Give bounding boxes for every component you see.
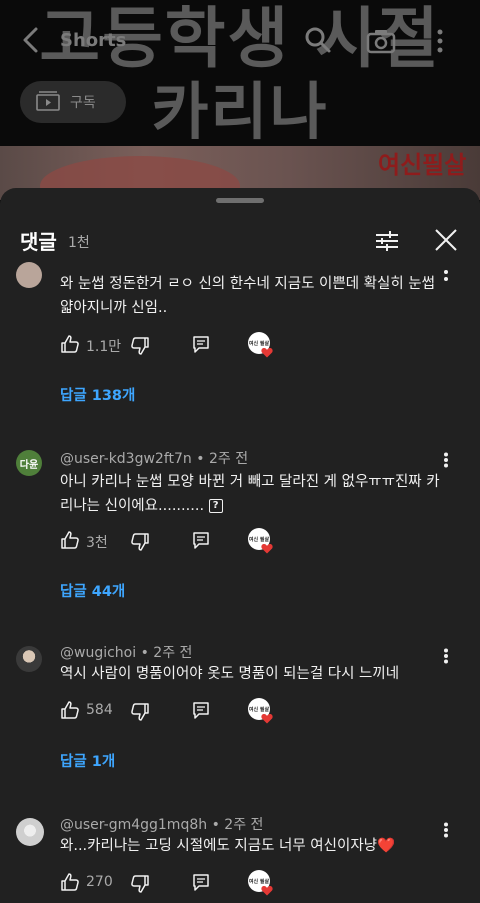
unknown-glyph: ? [208, 499, 223, 513]
sort-filter-icon[interactable] [374, 228, 400, 258]
comment-meta: @user-gm4gg1mq8h • 2주 전 [60, 817, 264, 833]
avatar[interactable] [16, 262, 42, 288]
comments-title: 댓글 [20, 230, 57, 254]
comment-more-icon[interactable] [443, 452, 449, 472]
comment-author[interactable]: @user-gm4gg1mq8h [60, 817, 207, 833]
like-icon[interactable] [60, 530, 80, 554]
avatar[interactable] [16, 818, 44, 846]
comments-count: 1천 [68, 235, 90, 251]
creator-heart-icon [261, 709, 273, 728]
creator-heart-icon [261, 539, 273, 558]
heart-emoji: ❤️ [377, 838, 396, 854]
like-count: 1.1만 [86, 339, 122, 355]
like-count: 584 [86, 702, 113, 718]
like-count: 270 [86, 874, 113, 890]
avatar[interactable] [16, 646, 42, 672]
comment-text: 역시 사람이 명품이어야 옷도 명품이 되는걸 다시 느끼네 [60, 666, 400, 682]
comment-author[interactable]: @user-kd3gw2ft7n [60, 451, 192, 467]
camera-icon[interactable] [366, 28, 396, 58]
comment-text: 와 눈썹 정돈한거 ㄹㅇ 신의 한수네 지금도 이쁜데 확실히 눈썹 얇아지니까… [60, 276, 435, 316]
view-replies-link[interactable]: 답글 44개 [60, 580, 125, 601]
dislike-icon[interactable] [130, 532, 150, 556]
comment-time: 2주 전 [153, 645, 193, 661]
like-count: 3천 [86, 535, 108, 551]
creator-heart-icon [261, 881, 273, 900]
dislike-icon[interactable] [130, 874, 150, 898]
comment-actions: 1.1만 여신 필살 [60, 332, 300, 358]
like-icon[interactable] [60, 700, 80, 724]
view-replies-link[interactable]: 답글 1개 [60, 750, 115, 771]
dislike-icon[interactable] [130, 702, 150, 726]
comment-text: 아니 카리나 눈썹 모양 바뀐 거 빼고 달라진 게 없우ㅠㅠ진짜 카리나는 신… [60, 474, 440, 514]
subscriptions-icon [36, 89, 60, 115]
comment-time: 2주 전 [224, 817, 264, 833]
like-icon[interactable] [60, 872, 80, 896]
comment-meta: @user-kd3gw2ft7n • 2주 전 [60, 451, 249, 467]
drag-handle[interactable] [216, 198, 264, 203]
reply-icon[interactable] [192, 335, 210, 357]
search-icon[interactable] [304, 26, 332, 58]
more-options-icon[interactable] [436, 28, 444, 58]
comment-text: 와...카리나는 고딩 시절에도 지금도 너무 여신이자냥❤️ [60, 838, 396, 854]
back-icon[interactable] [20, 26, 42, 58]
comments-header: 댓글 1천 [0, 210, 480, 268]
creator-heart-icon [261, 343, 273, 362]
reply-icon[interactable] [192, 873, 210, 895]
comment-actions: 270 여신 필살 [60, 870, 300, 896]
reply-icon[interactable] [192, 701, 210, 723]
comment-time: 2주 전 [208, 451, 249, 467]
avatar[interactable]: 다윤 [16, 450, 42, 476]
comment-meta: @wugichoi • 2주 전 [60, 645, 193, 661]
video-player[interactable]: 고등학생 시절 카리나 여신필살 Shorts 구독 [0, 0, 480, 200]
subscribe-label: 구독 [70, 95, 96, 111]
reply-icon[interactable] [192, 531, 210, 553]
like-icon[interactable] [60, 334, 80, 358]
comments-sheet: 댓글 1천 와 눈썹 정돈한거 ㄹㅇ 신의 한수네 지금도 이쁜데 확실히 눈썹… [0, 188, 480, 903]
dislike-icon[interactable] [130, 336, 150, 360]
comment-actions: 3천 여신 필살 [60, 528, 300, 554]
close-icon[interactable] [432, 226, 460, 258]
view-replies-link[interactable]: 답글 138개 [60, 384, 135, 405]
comment-author[interactable]: @wugichoi [60, 645, 136, 661]
subscribe-button[interactable]: 구독 [20, 81, 126, 123]
shorts-label: Shorts [60, 30, 127, 51]
comment-actions: 584 여신 필살 [60, 698, 300, 724]
video-red-caption: 여신필살 [378, 151, 467, 179]
